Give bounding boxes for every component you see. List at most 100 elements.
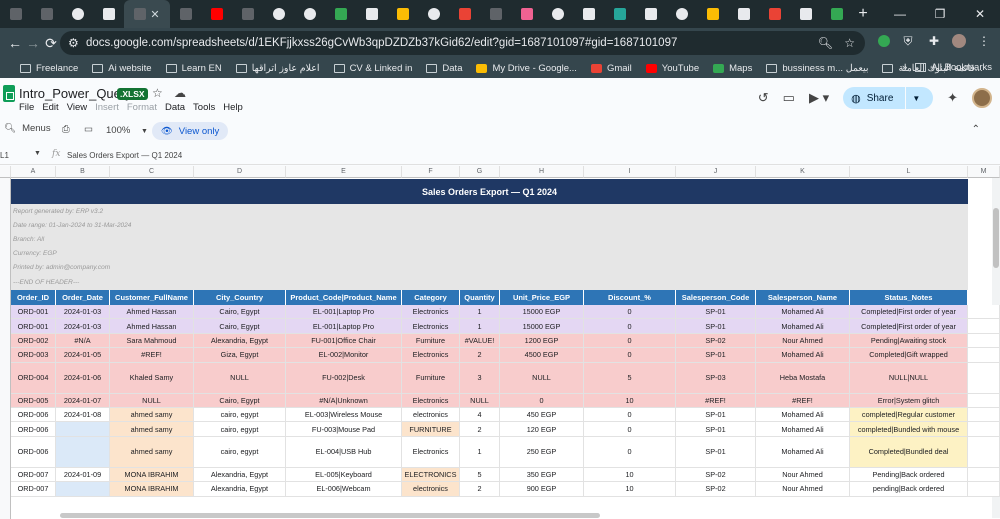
table-cell[interactable] — [56, 422, 110, 437]
table-cell[interactable]: #N/A — [56, 333, 110, 349]
menu-insert[interactable]: Insert — [95, 102, 119, 113]
table-cell[interactable]: electronics — [402, 482, 460, 497]
table-cell[interactable]: 5 — [584, 362, 676, 394]
table-cell[interactable]: MONA IBRAHIM — [110, 467, 194, 483]
browser-tab[interactable] — [511, 0, 542, 28]
table-cell[interactable]: cairo, egypt — [194, 422, 286, 437]
table-cell[interactable]: Ahmed Hassan — [110, 305, 194, 320]
bookmark-item[interactable]: YouTube — [645, 63, 699, 74]
browser-tab[interactable] — [170, 0, 201, 28]
table-cell[interactable]: ELECTRONICS — [402, 467, 460, 483]
table-cell[interactable] — [968, 467, 1000, 483]
table-cell[interactable]: SP-03 — [676, 362, 756, 394]
table-cell[interactable]: Electronics — [402, 348, 460, 363]
table-cell[interactable] — [968, 393, 1000, 408]
comment-icon[interactable]: ▭ — [783, 90, 795, 106]
table-cell[interactable]: ORD-006 — [11, 422, 56, 437]
table-cell[interactable]: EL-002|Monitor — [286, 348, 402, 363]
bookmark-item[interactable]: Ai website — [92, 63, 152, 74]
gemini-icon[interactable]: ✦ — [947, 90, 958, 106]
table-cell[interactable]: SP-02 — [676, 467, 756, 483]
browser-tab[interactable] — [635, 0, 666, 28]
table-cell[interactable]: Completed|First order of year — [850, 305, 968, 320]
table-cell[interactable]: 0 — [584, 333, 676, 349]
table-header-cell[interactable]: Salesperson_Code — [676, 290, 756, 305]
avatar[interactable] — [972, 88, 992, 108]
table-cell[interactable]: ORD-007 — [11, 482, 56, 497]
table-cell[interactable]: Sara Mahmoud — [110, 333, 194, 349]
table-cell[interactable]: Electronics — [402, 319, 460, 334]
table-cell[interactable]: ORD-004 — [11, 362, 56, 394]
browser-tab[interactable] — [418, 0, 449, 28]
table-cell[interactable]: FU-001|Office Chair — [286, 333, 402, 349]
report-meta-line[interactable]: Branch: All — [11, 232, 968, 247]
table-cell[interactable]: 2024-01-09 — [56, 467, 110, 483]
table-cell[interactable]: cairo, egypt — [194, 407, 286, 423]
table-cell[interactable]: 15000 EGP — [500, 319, 584, 334]
site-info-icon[interactable]: ⚙ — [68, 36, 79, 50]
bookmark-item[interactable]: Freelance — [20, 63, 78, 74]
column-header[interactable]: E — [286, 166, 402, 178]
table-cell[interactable]: Mohamed Ali — [756, 305, 850, 320]
column-header[interactable]: L — [850, 166, 968, 178]
table-cell[interactable]: 250 EGP — [500, 436, 584, 468]
table-cell[interactable] — [968, 422, 1000, 437]
table-cell[interactable]: MONA IBRAHIM — [110, 482, 194, 497]
table-cell[interactable]: Mohamed Ali — [756, 319, 850, 334]
browser-tab[interactable] — [0, 0, 31, 28]
menu-data[interactable]: Data — [165, 102, 185, 113]
browser-tab[interactable] — [790, 0, 821, 28]
table-cell[interactable]: 4500 EGP — [500, 348, 584, 363]
extension-icon[interactable] — [878, 35, 890, 47]
table-cell[interactable]: #REF! — [756, 393, 850, 408]
table-cell[interactable]: Cairo, Egypt — [194, 319, 286, 334]
table-cell[interactable]: EL-001|Laptop Pro — [286, 305, 402, 320]
browser-tab[interactable] — [294, 0, 325, 28]
table-cell[interactable]: SP-01 — [676, 305, 756, 320]
menu-edit[interactable]: Edit — [42, 102, 58, 113]
table-header-cell[interactable]: City_Country — [194, 290, 286, 305]
table-cell[interactable]: Alexandria, Egypt — [194, 467, 286, 483]
table-cell[interactable]: 10 — [584, 482, 676, 497]
table-cell[interactable]: Electronics — [402, 305, 460, 320]
table-cell[interactable]: 0 — [584, 305, 676, 320]
column-header[interactable]: F — [402, 166, 460, 178]
table-cell[interactable] — [968, 319, 1000, 334]
table-cell[interactable] — [968, 348, 1000, 363]
table-cell[interactable]: #VALUE! — [460, 333, 500, 349]
table-cell[interactable]: SP-01 — [676, 319, 756, 334]
table-cell[interactable]: NULL — [500, 362, 584, 394]
table-cell[interactable]: #N/A|Unknown — [286, 393, 402, 408]
table-cell[interactable] — [968, 362, 1000, 394]
table-cell[interactable]: ahmed samy — [110, 422, 194, 437]
table-cell[interactable]: Giza, Egypt — [194, 348, 286, 363]
table-cell[interactable]: Mohamed Ali — [756, 407, 850, 423]
table-cell[interactable]: 1200 EGP — [500, 333, 584, 349]
column-header[interactable]: C — [110, 166, 194, 178]
table-cell[interactable]: completed|Regular customer — [850, 407, 968, 423]
table-header-cell[interactable]: Customer_FullName — [110, 290, 194, 305]
table-cell[interactable]: SP-01 — [676, 422, 756, 437]
table-cell[interactable]: Mohamed Ali — [756, 422, 850, 437]
table-cell[interactable]: 2 — [460, 348, 500, 363]
table-cell[interactable]: Pending|Back ordered — [850, 467, 968, 483]
table-cell[interactable]: 2024-01-08 — [56, 407, 110, 423]
table-header-cell[interactable]: Category — [402, 290, 460, 305]
table-header-cell[interactable]: Quantity — [460, 290, 500, 305]
table-cell[interactable] — [968, 482, 1000, 497]
table-cell[interactable]: SP-01 — [676, 348, 756, 363]
table-cell[interactable]: NULL — [110, 393, 194, 408]
table-cell[interactable]: 1 — [460, 436, 500, 468]
table-header-cell[interactable]: Unit_Price_EGP — [500, 290, 584, 305]
table-cell[interactable]: Mohamed Ali — [756, 436, 850, 468]
select-all-corner[interactable] — [0, 166, 11, 178]
table-cell[interactable]: NULL — [460, 393, 500, 408]
bookmark-item[interactable]: اعلام عاوز اتراقها — [235, 63, 320, 74]
column-header[interactable]: I — [584, 166, 676, 178]
chevron-down-icon[interactable]: ▼ — [912, 94, 920, 103]
browser-tab[interactable] — [759, 0, 790, 28]
bookmark-item[interactable]: Data — [426, 63, 462, 74]
table-cell[interactable]: EL-004|USB Hub — [286, 436, 402, 468]
browser-tab[interactable] — [93, 0, 124, 28]
browser-tab[interactable] — [821, 0, 852, 28]
